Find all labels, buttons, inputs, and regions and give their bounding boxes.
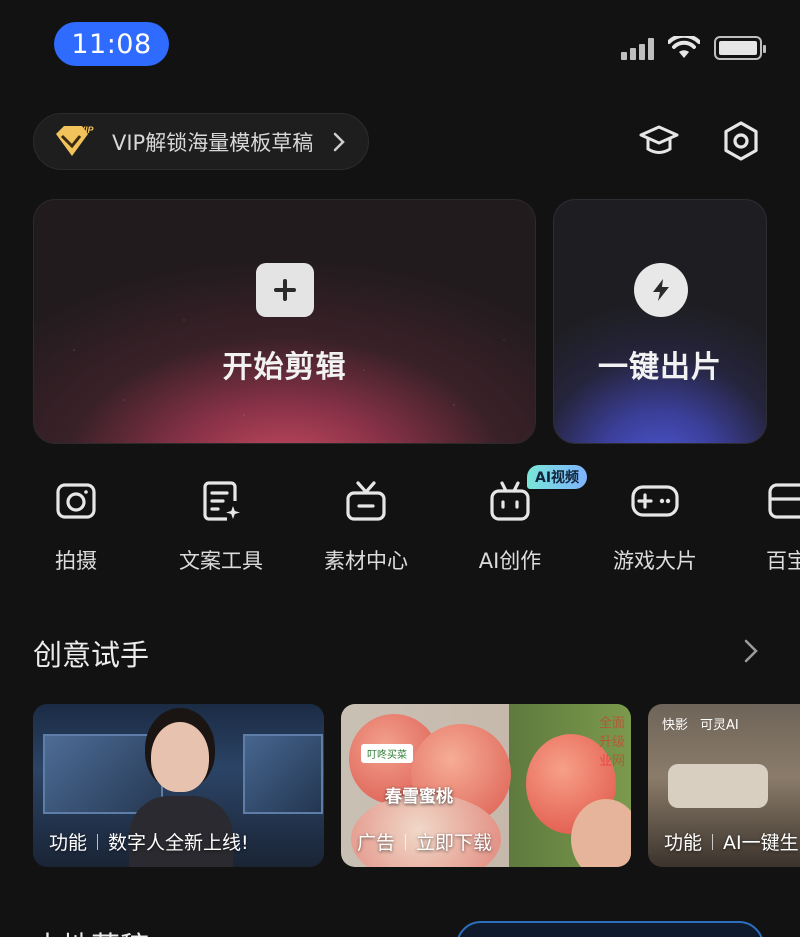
tool-toolbox[interactable]: 百宝 bbox=[740, 478, 800, 575]
one-click-label: 一键出片 bbox=[598, 350, 722, 385]
vip-badge-text: VIP bbox=[79, 125, 95, 135]
brand-keling: 可灵AI bbox=[700, 718, 739, 733]
plus-icon bbox=[256, 263, 314, 317]
start-edit-card[interactable]: 开始剪辑 bbox=[33, 199, 536, 444]
watermark-text: 全面升级业网 bbox=[599, 716, 626, 769]
section-title: 创意试手 bbox=[33, 638, 150, 672]
card-tag: 广告 bbox=[357, 832, 396, 854]
camera-icon bbox=[56, 483, 96, 519]
tool-label: 百宝 bbox=[766, 549, 800, 573]
card-caption-text: 立即下载 bbox=[416, 832, 493, 854]
studio-screen-image bbox=[243, 734, 323, 814]
vip-banner[interactable]: VIP VIP解锁海量模板草稿 bbox=[33, 113, 369, 170]
brand-row: 快影 可灵AI bbox=[662, 714, 739, 733]
tool-ai-create[interactable]: AI创作 bbox=[450, 478, 570, 575]
card-caption: 功能 AI一键生 bbox=[664, 828, 799, 855]
tool-label: 游戏大片 bbox=[613, 549, 697, 573]
battery-icon bbox=[714, 36, 766, 60]
tutorial-button[interactable] bbox=[636, 118, 682, 164]
gamepad-icon bbox=[631, 485, 679, 517]
tool-label: 文案工具 bbox=[179, 549, 263, 573]
creative-card-ad[interactable]: 叮咚买菜 春雪蜜桃 全面升级业网 广告 立即下载 bbox=[341, 704, 631, 867]
card-caption-text: AI一键生 bbox=[723, 832, 799, 854]
card-caption-text: 数字人全新上线! bbox=[108, 832, 249, 854]
chevron-right-icon[interactable] bbox=[738, 636, 764, 666]
status-icons bbox=[621, 36, 766, 60]
chevron-right-icon bbox=[333, 132, 345, 152]
graduation-cap-icon bbox=[639, 125, 679, 154]
tool-shoot[interactable]: 拍摄 bbox=[16, 478, 136, 575]
one-click-card[interactable]: 一键出片 bbox=[553, 199, 767, 444]
creative-card-ai-oneclick[interactable]: 快影 可灵AI 功能 AI一键生 bbox=[648, 704, 800, 867]
ad-headline: 春雪蜜桃 bbox=[385, 787, 453, 807]
tool-label: 拍摄 bbox=[55, 549, 97, 573]
lightning-icon bbox=[634, 263, 688, 317]
tool-label: AI创作 bbox=[478, 549, 542, 573]
card-caption: 功能 数字人全新上线! bbox=[49, 828, 249, 855]
toolbox-icon bbox=[768, 483, 800, 519]
card-tag: 功能 bbox=[49, 832, 88, 854]
local-drafts-title: 本地草稿 bbox=[33, 924, 149, 937]
card-caption: 广告 立即下载 bbox=[357, 828, 492, 855]
tool-media-center[interactable]: 素材中心 bbox=[306, 478, 426, 575]
script-icon bbox=[203, 481, 240, 521]
settings-button[interactable] bbox=[718, 118, 764, 164]
status-time: 11:08 bbox=[54, 22, 169, 66]
tool-game-video[interactable]: 游戏大片 bbox=[595, 478, 715, 575]
presenter-image bbox=[151, 722, 209, 792]
brand-kuaiying: 快影 bbox=[662, 718, 689, 733]
wifi-icon bbox=[668, 36, 700, 58]
bottom-action-pill[interactable] bbox=[456, 921, 764, 937]
studio-screen-image bbox=[43, 734, 163, 814]
start-edit-label: 开始剪辑 bbox=[222, 350, 347, 385]
signal-icon bbox=[621, 36, 654, 60]
sparkle-decoration bbox=[34, 200, 535, 443]
room-image bbox=[668, 764, 768, 808]
media-icon bbox=[346, 481, 386, 521]
tool-label: 素材中心 bbox=[324, 549, 408, 573]
creative-card-digital-human[interactable]: 功能 数字人全新上线! bbox=[33, 704, 324, 867]
card-tag: 功能 bbox=[664, 832, 703, 854]
robot-icon bbox=[490, 481, 530, 521]
tool-script[interactable]: 文案工具 bbox=[161, 478, 281, 575]
ai-video-badge: AI视频 bbox=[527, 465, 588, 489]
gear-icon bbox=[724, 121, 758, 161]
vip-diamond-icon: VIP bbox=[56, 125, 95, 156]
vip-banner-text: VIP解锁海量模板草稿 bbox=[112, 130, 314, 155]
shop-tag: 叮咚买菜 bbox=[361, 744, 413, 763]
